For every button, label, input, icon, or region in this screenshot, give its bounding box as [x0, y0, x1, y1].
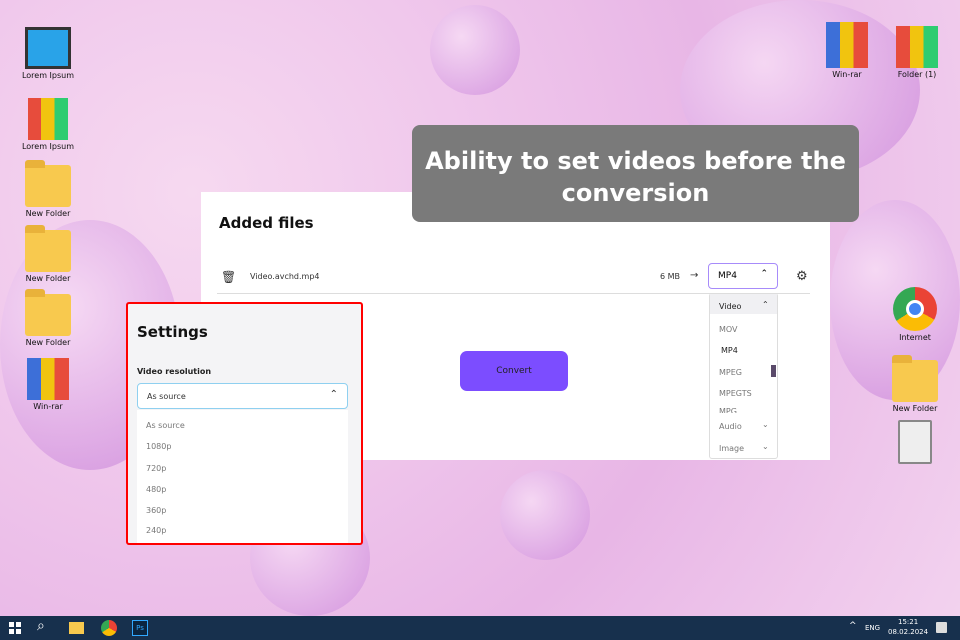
format-option[interactable]: MP4: [721, 346, 738, 355]
resolution-options: As source 1080p 720p 480p 360p 240p: [137, 410, 348, 543]
format-select[interactable]: MP4 ⌃: [708, 263, 778, 289]
format-dropdown: Video ⌃ MOV MP4 MPEG MPEGTS MPG Audio ⌄ …: [709, 293, 778, 459]
clock-time[interactable]: 15:21: [898, 618, 918, 626]
chevron-up-icon: ⌃: [762, 300, 769, 309]
feature-banner: Ability to set videos before the convers…: [412, 125, 859, 222]
language-indicator[interactable]: ENG: [865, 624, 880, 632]
folder-icon: [25, 160, 71, 207]
winrar-icon: [27, 358, 69, 400]
clock-date[interactable]: 08.02.2024: [888, 628, 928, 636]
format-value: MP4: [718, 271, 737, 281]
resolution-select[interactable]: As source ⌃: [137, 383, 348, 409]
chrome-taskbar-icon[interactable]: [101, 620, 117, 636]
format-option[interactable]: MPG: [719, 407, 737, 413]
icon-label: New Folder: [25, 209, 71, 218]
arrow-right-icon: →: [690, 270, 699, 281]
icon-label: New Folder: [25, 338, 71, 347]
resolution-option[interactable]: 1080p: [146, 442, 171, 451]
delete-icon[interactable]: 🗑: [221, 270, 236, 284]
format-option[interactable]: MOV: [719, 325, 738, 334]
binders-icon: [28, 98, 68, 140]
group-video-label[interactable]: Video: [719, 302, 741, 311]
taskbar: ⌕ Ps ^ ENG 15:21 08.02.2024: [0, 616, 960, 640]
trash-icon: [898, 420, 932, 464]
desktop-icon-binders[interactable]: Lorem Ipsum: [16, 98, 80, 151]
group-audio[interactable]: Audio: [719, 422, 742, 431]
chrome-icon: [893, 287, 937, 331]
icon-label: New Folder: [25, 274, 71, 283]
chevron-up-icon[interactable]: ^: [849, 621, 857, 631]
video-resolution-label: Video resolution: [137, 367, 212, 376]
desktop-icon-recycle-bin[interactable]: [883, 420, 947, 466]
icon-label: New Folder: [892, 404, 938, 413]
computer-icon: [25, 27, 71, 69]
resolution-option[interactable]: 240p: [146, 526, 166, 535]
desktop-icon-folder[interactable]: New Folder: [16, 289, 80, 347]
file-name: Video.avchd.mp4: [250, 272, 320, 281]
icon-label: Lorem Ipsum: [21, 142, 75, 151]
file-explorer-icon[interactable]: [69, 622, 84, 634]
folder-icon: [25, 225, 71, 272]
group-image[interactable]: Image: [719, 444, 744, 453]
icon-label: Win-rar: [33, 402, 63, 411]
file-size: 6 MB: [660, 272, 681, 281]
resolution-option[interactable]: 480p: [146, 485, 166, 494]
desktop-icon-folder[interactable]: New Folder: [16, 225, 80, 283]
bg-bubble: [500, 470, 590, 560]
format-option[interactable]: MPEG: [719, 368, 742, 377]
settings-title: Settings: [137, 323, 208, 341]
banner-text: Ability to set videos before the convers…: [425, 147, 846, 207]
desktop-icon-chrome[interactable]: Internet: [883, 287, 947, 342]
desktop-icon-computer[interactable]: Lorem Ipsum: [16, 27, 80, 80]
winrar-icon: [826, 22, 868, 68]
chevron-up-icon: ⌃: [329, 389, 338, 400]
convert-button[interactable]: Convert: [460, 351, 568, 391]
bg-bubble: [430, 5, 520, 95]
desktop-icon-winrar[interactable]: Win-rar: [16, 358, 80, 411]
scrollbar-thumb[interactable]: [771, 365, 776, 377]
resolution-option[interactable]: As source: [146, 421, 185, 430]
photoshop-icon[interactable]: Ps: [132, 620, 148, 636]
folder-icon: [25, 289, 71, 336]
icon-label: Folder (1): [897, 70, 937, 79]
search-icon[interactable]: ⌕: [37, 618, 45, 634]
chevron-up-icon: ⌃: [760, 269, 768, 279]
binders-icon: [896, 26, 938, 68]
start-icon[interactable]: [9, 622, 21, 634]
folder-icon: [892, 355, 938, 402]
chevron-down-icon: ⌄: [762, 420, 769, 429]
resolution-option[interactable]: 360p: [146, 506, 166, 515]
desktop-icon-folder[interactable]: New Folder: [16, 160, 80, 218]
desktop-icon-folder[interactable]: New Folder: [883, 355, 947, 413]
desktop-icon-binders[interactable]: Folder (1): [885, 26, 949, 79]
chevron-down-icon: ⌄: [762, 442, 769, 451]
format-option[interactable]: MPEGTS: [719, 389, 752, 398]
gear-icon[interactable]: ⚙: [796, 269, 808, 284]
desktop-icon-winrar[interactable]: Win-rar: [815, 22, 879, 79]
resolution-value: As source: [147, 392, 186, 401]
resolution-option[interactable]: 720p: [146, 464, 166, 473]
panel-title: Added files: [219, 214, 314, 232]
icon-label: Lorem Ipsum: [21, 71, 75, 80]
icon-label: Win-rar: [832, 70, 862, 79]
notification-icon[interactable]: [936, 622, 947, 633]
settings-panel: Settings Video resolution As source ⌃ As …: [126, 302, 363, 545]
icon-label: Internet: [899, 333, 931, 342]
